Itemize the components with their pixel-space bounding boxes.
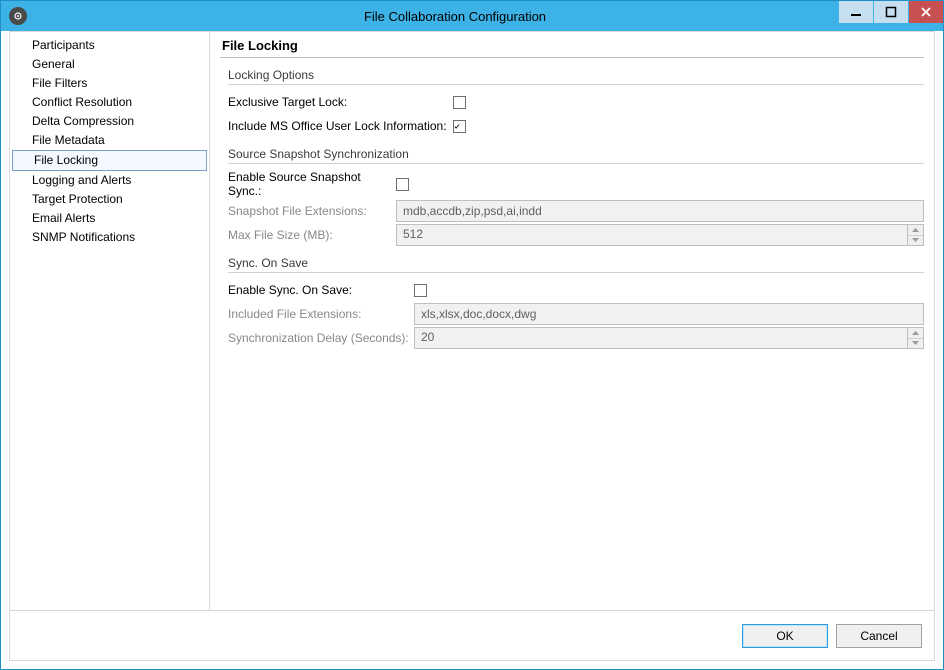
window-title: File Collaboration Configuration bbox=[27, 9, 943, 24]
titlebar[interactable]: File Collaboration Configuration bbox=[1, 1, 943, 31]
cancel-button[interactable]: Cancel bbox=[836, 624, 922, 648]
maximize-button[interactable] bbox=[874, 1, 908, 23]
ok-button[interactable]: OK bbox=[742, 624, 828, 648]
label-msoffice-lock-info: Include MS Office User Lock Information: bbox=[228, 119, 453, 133]
window-controls bbox=[838, 1, 943, 23]
sidebar-item-file-filters[interactable]: File Filters bbox=[10, 74, 209, 93]
main-panel: File Locking Locking Options Exclusive T… bbox=[210, 32, 934, 610]
page-title: File Locking bbox=[220, 36, 924, 57]
spinner-sync-delay-value[interactable]: 20 bbox=[414, 327, 907, 349]
sidebar-item-general[interactable]: General bbox=[10, 55, 209, 74]
checkbox-msoffice-lock-info[interactable] bbox=[453, 120, 466, 133]
input-snapshot-file-ext[interactable]: mdb,accdb,zip,psd,ai,indd bbox=[396, 200, 924, 222]
label-included-file-ext: Included File Extensions: bbox=[228, 307, 414, 321]
group-title-syncsave: Sync. On Save bbox=[228, 256, 924, 270]
minimize-button[interactable] bbox=[839, 1, 873, 23]
sidebar-item-file-metadata[interactable]: File Metadata bbox=[10, 131, 209, 150]
spinner-max-file-size[interactable]: 512 bbox=[396, 224, 924, 246]
checkbox-enable-snapshot-sync[interactable] bbox=[396, 178, 409, 191]
checkbox-enable-sync-on-save[interactable] bbox=[414, 284, 427, 297]
label-exclusive-target-lock: Exclusive Target Lock: bbox=[228, 95, 453, 109]
label-sync-delay: Synchronization Delay (Seconds): bbox=[228, 331, 414, 345]
spin-down-icon[interactable] bbox=[908, 339, 923, 349]
sidebar-item-snmp-notifications[interactable]: SNMP Notifications bbox=[10, 228, 209, 247]
page-rule bbox=[220, 57, 924, 58]
spin-up-icon[interactable] bbox=[908, 328, 923, 339]
spin-down-icon[interactable] bbox=[908, 236, 923, 246]
input-included-file-ext[interactable]: xls,xlsx,doc,docx,dwg bbox=[414, 303, 924, 325]
label-enable-snapshot-sync: Enable Source Snapshot Sync.: bbox=[228, 170, 396, 198]
sidebar-item-email-alerts[interactable]: Email Alerts bbox=[10, 209, 209, 228]
group-title-snapshot: Source Snapshot Synchronization bbox=[228, 147, 924, 161]
group-source-snapshot: Source Snapshot Synchronization Enable S… bbox=[228, 147, 924, 246]
sidebar-item-target-protection[interactable]: Target Protection bbox=[10, 190, 209, 209]
button-bar: OK Cancel bbox=[10, 610, 934, 660]
sidebar-item-conflict-resolution[interactable]: Conflict Resolution bbox=[10, 93, 209, 112]
sidebar-item-participants[interactable]: Participants bbox=[10, 36, 209, 55]
checkbox-exclusive-target-lock[interactable] bbox=[453, 96, 466, 109]
close-button[interactable] bbox=[909, 1, 943, 23]
label-snapshot-file-ext: Snapshot File Extensions: bbox=[228, 204, 396, 218]
spin-up-icon[interactable] bbox=[908, 225, 923, 236]
sidebar-item-delta-compression[interactable]: Delta Compression bbox=[10, 112, 209, 131]
spinner-max-file-size-value[interactable]: 512 bbox=[396, 224, 907, 246]
sidebar-item-file-locking[interactable]: File Locking bbox=[12, 150, 207, 171]
content-area: Participants General File Filters Confli… bbox=[10, 32, 934, 610]
label-max-file-size: Max File Size (MB): bbox=[228, 228, 396, 242]
sidebar: Participants General File Filters Confli… bbox=[10, 32, 210, 610]
sidebar-item-logging-alerts[interactable]: Logging and Alerts bbox=[10, 171, 209, 190]
dialog-body: Participants General File Filters Confli… bbox=[9, 31, 935, 661]
dialog-window: File Collaboration Configuration Partici… bbox=[0, 0, 944, 670]
spinner-sync-delay[interactable]: 20 bbox=[414, 327, 924, 349]
group-locking-options: Locking Options Exclusive Target Lock: I… bbox=[228, 68, 924, 137]
label-enable-sync-on-save: Enable Sync. On Save: bbox=[228, 283, 414, 297]
app-icon bbox=[9, 7, 27, 25]
group-sync-on-save: Sync. On Save Enable Sync. On Save: Incl… bbox=[228, 256, 924, 349]
group-title-locking: Locking Options bbox=[228, 68, 924, 82]
